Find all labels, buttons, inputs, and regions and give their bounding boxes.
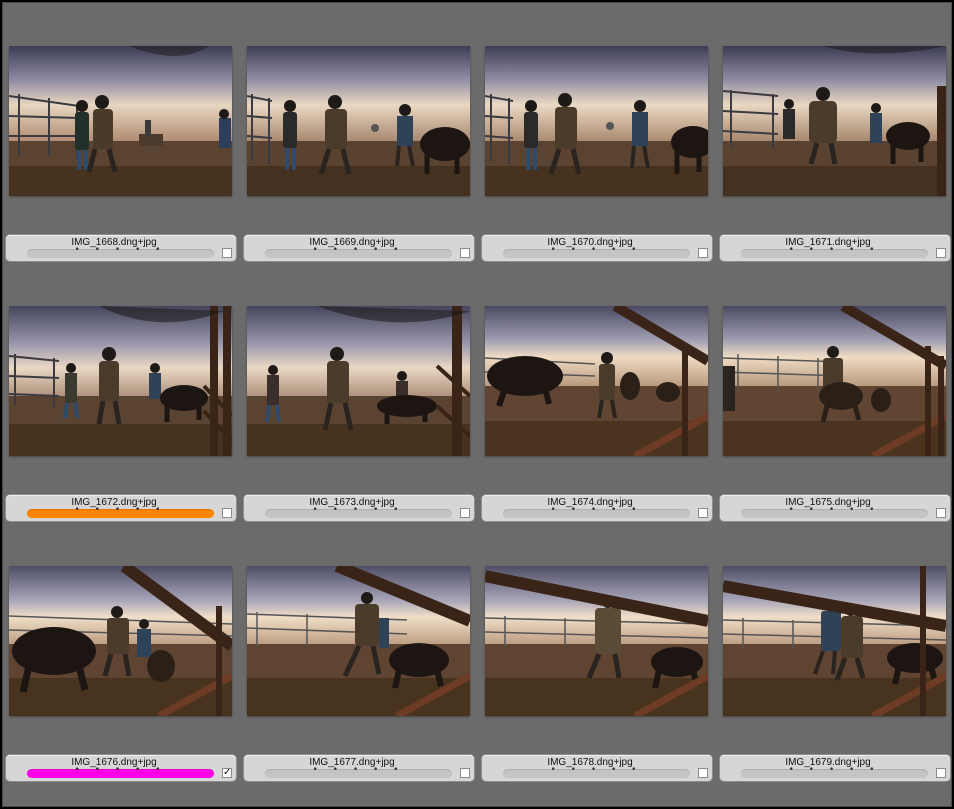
- select-checkbox[interactable]: [460, 508, 470, 518]
- select-checkbox[interactable]: [698, 248, 708, 258]
- photo-thumbnail[interactable]: [723, 306, 946, 456]
- rating-stars[interactable]: • • • • •: [265, 765, 452, 775]
- photo-label-bar: IMG_1679.dng+jpg • • • • •: [720, 755, 950, 781]
- photo-image: [485, 306, 708, 456]
- photo-cell[interactable]: IMG_1674.dng+jpg • • • • •: [479, 263, 717, 523]
- photo-image: [723, 566, 946, 716]
- rating-track[interactable]: • • • • •: [503, 765, 690, 778]
- rating-stars[interactable]: • • • • •: [503, 765, 690, 775]
- photo-thumbnail[interactable]: [485, 566, 708, 716]
- photo-thumbnail[interactable]: [485, 306, 708, 456]
- rating-track[interactable]: • • • • •: [265, 765, 452, 778]
- photo-cell[interactable]: IMG_1676.dng+jpg • • • • • ✓: [3, 523, 241, 783]
- rating-stars[interactable]: • • • • •: [741, 765, 928, 775]
- rating-stars[interactable]: • • • • •: [265, 245, 452, 255]
- rating-track[interactable]: • • • • •: [503, 245, 690, 258]
- photo-image: [485, 566, 708, 716]
- photo-cell[interactable]: IMG_1675.dng+jpg • • • • •: [717, 263, 954, 523]
- photo-thumbnail[interactable]: [247, 566, 470, 716]
- rating-stars[interactable]: • • • • •: [27, 245, 214, 255]
- rating-stars[interactable]: • • • • •: [27, 505, 214, 515]
- select-checkbox[interactable]: [936, 768, 946, 778]
- select-checkbox[interactable]: [936, 508, 946, 518]
- photo-cell[interactable]: IMG_1672.dng+jpg • • • • •: [3, 263, 241, 523]
- photo-image: [9, 46, 232, 196]
- photo-cell[interactable]: IMG_1673.dng+jpg • • • • •: [241, 263, 479, 523]
- photo-browser-window: IMG_1668.dng+jpg • • • • • IMG_1669.dng+…: [2, 2, 952, 807]
- photo-thumbnail[interactable]: [9, 46, 232, 196]
- rating-stars[interactable]: • • • • •: [741, 505, 928, 515]
- rating-stars[interactable]: • • • • •: [503, 245, 690, 255]
- photo-label-bar: IMG_1675.dng+jpg • • • • •: [720, 495, 950, 521]
- photo-label-bar: IMG_1676.dng+jpg • • • • • ✓: [6, 755, 236, 781]
- photo-label-bar: IMG_1669.dng+jpg • • • • •: [244, 235, 474, 261]
- photo-label-bar: IMG_1671.dng+jpg • • • • •: [720, 235, 950, 261]
- photo-image: [723, 46, 946, 196]
- photo-image: [247, 566, 470, 716]
- rating-track[interactable]: • • • • •: [503, 505, 690, 518]
- photo-label-bar: IMG_1677.dng+jpg • • • • •: [244, 755, 474, 781]
- photo-thumbnail[interactable]: [9, 306, 232, 456]
- photo-cell[interactable]: IMG_1670.dng+jpg • • • • •: [479, 3, 717, 263]
- rating-stars[interactable]: • • • • •: [265, 505, 452, 515]
- select-checkbox[interactable]: [698, 508, 708, 518]
- photo-image: [723, 306, 946, 456]
- photo-cell[interactable]: IMG_1671.dng+jpg • • • • •: [717, 3, 954, 263]
- photo-cell[interactable]: IMG_1679.dng+jpg • • • • •: [717, 523, 954, 783]
- select-checkbox[interactable]: [222, 508, 232, 518]
- photo-thumbnail[interactable]: [723, 46, 946, 196]
- photo-thumbnail[interactable]: [723, 566, 946, 716]
- rating-stars[interactable]: • • • • •: [503, 505, 690, 515]
- thumbnail-grid: IMG_1668.dng+jpg • • • • • IMG_1669.dng+…: [3, 3, 953, 808]
- photo-cell[interactable]: IMG_1678.dng+jpg • • • • •: [479, 523, 717, 783]
- select-checkbox[interactable]: ✓: [222, 768, 232, 778]
- photo-label-bar: IMG_1678.dng+jpg • • • • •: [482, 755, 712, 781]
- photo-label-bar: IMG_1673.dng+jpg • • • • •: [244, 495, 474, 521]
- select-checkbox[interactable]: [698, 768, 708, 778]
- photo-image: [247, 46, 470, 196]
- rating-track[interactable]: • • • • •: [265, 505, 452, 518]
- select-checkbox[interactable]: [936, 248, 946, 258]
- select-checkbox[interactable]: [460, 768, 470, 778]
- rating-track[interactable]: • • • • •: [27, 765, 214, 778]
- photo-thumbnail[interactable]: [247, 306, 470, 456]
- rating-track[interactable]: • • • • •: [741, 765, 928, 778]
- rating-track[interactable]: • • • • •: [27, 245, 214, 258]
- photo-image: [485, 46, 708, 196]
- rating-track[interactable]: • • • • •: [741, 245, 928, 258]
- rating-track[interactable]: • • • • •: [265, 245, 452, 258]
- select-checkbox[interactable]: [460, 248, 470, 258]
- photo-cell[interactable]: IMG_1669.dng+jpg • • • • •: [241, 3, 479, 263]
- photo-image: [9, 306, 232, 456]
- rating-stars[interactable]: • • • • •: [741, 245, 928, 255]
- photo-label-bar: IMG_1672.dng+jpg • • • • •: [6, 495, 236, 521]
- photo-thumbnail[interactable]: [247, 46, 470, 196]
- photo-cell[interactable]: IMG_1677.dng+jpg • • • • •: [241, 523, 479, 783]
- photo-thumbnail[interactable]: [485, 46, 708, 196]
- photo-label-bar: IMG_1668.dng+jpg • • • • •: [6, 235, 236, 261]
- rating-track[interactable]: • • • • •: [741, 505, 928, 518]
- select-checkbox[interactable]: [222, 248, 232, 258]
- photo-label-bar: IMG_1670.dng+jpg • • • • •: [482, 235, 712, 261]
- rating-track[interactable]: • • • • •: [27, 505, 214, 518]
- photo-thumbnail[interactable]: [9, 566, 232, 716]
- rating-stars[interactable]: • • • • •: [27, 765, 214, 775]
- photo-image: [247, 306, 470, 456]
- photo-image: [9, 566, 232, 716]
- photo-label-bar: IMG_1674.dng+jpg • • • • •: [482, 495, 712, 521]
- photo-cell[interactable]: IMG_1668.dng+jpg • • • • •: [3, 3, 241, 263]
